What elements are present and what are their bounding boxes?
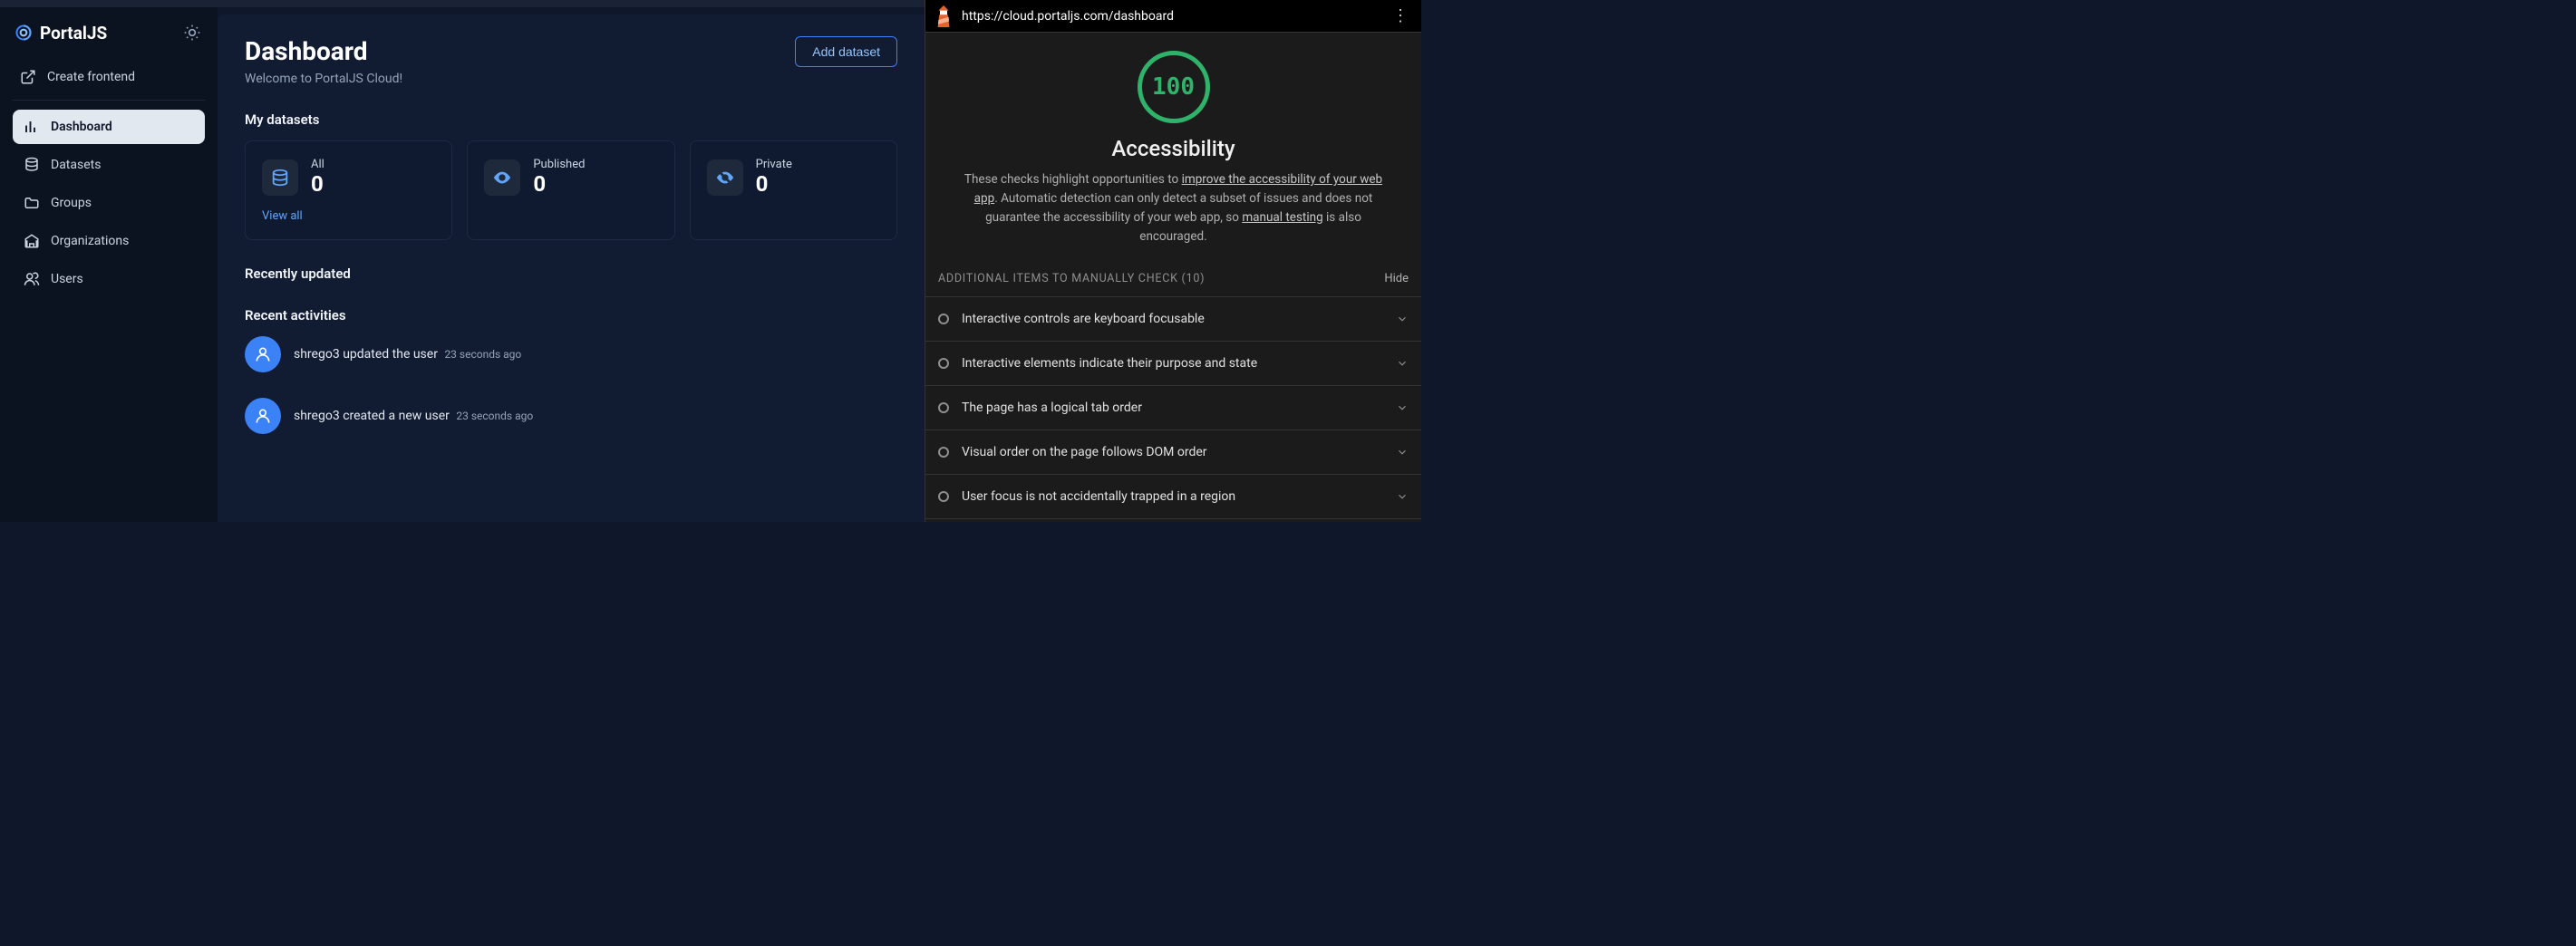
card-all[interactable]: All 0 View all (245, 140, 452, 240)
chevron-down-icon (1396, 357, 1409, 370)
audit-label: Interactive controls are keyboard focusa… (962, 312, 1205, 326)
avatar (245, 336, 281, 372)
sidebar-item-organizations[interactable]: Organizations (13, 224, 205, 258)
card-label: Published (533, 158, 585, 171)
recent-activities-title: Recent activities (245, 307, 897, 323)
score-description: These checks highlight opportunities to … (956, 170, 1391, 246)
brand[interactable]: PortalJS (15, 23, 107, 43)
devtools-url[interactable]: https://cloud.portaljs.com/dashboard (962, 9, 1380, 24)
card-label: All (311, 158, 324, 171)
lighthouse-icon (935, 5, 953, 27)
main-content: Dashboard Welcome to PortalJS Cloud! Add… (218, 14, 925, 522)
chevron-down-icon (1396, 490, 1409, 503)
status-circle-icon (938, 447, 949, 458)
folder-icon (24, 195, 40, 211)
sidebar-item-label: Organizations (51, 234, 129, 248)
stack-icon (262, 159, 298, 196)
building-icon (24, 233, 40, 249)
recently-updated-title: Recently updated (245, 265, 897, 282)
card-value: 0 (533, 171, 585, 197)
activity-action: created a new user (343, 409, 450, 423)
datasets-section-title: My datasets (245, 111, 897, 128)
sidebar: PortalJS Create frontend Dashboard Datas… (0, 7, 218, 522)
user-icon (254, 345, 272, 363)
eye-icon (484, 159, 520, 196)
sidebar-item-dashboard[interactable]: Dashboard (13, 110, 205, 144)
audit-label: User focus is not accidentally trapped i… (962, 489, 1235, 504)
external-link-icon (20, 69, 36, 85)
activity-text: shrego3 created a new user 23 seconds ag… (294, 409, 533, 423)
audit-item[interactable]: Interactive controls are keyboard focusa… (925, 296, 1421, 341)
sidebar-item-label: Dashboard (51, 120, 112, 134)
card-private[interactable]: Private 0 (690, 140, 897, 240)
chevron-down-icon (1396, 446, 1409, 459)
dataset-cards: All 0 View all Published 0 (245, 140, 897, 240)
activity-time: 23 seconds ago (444, 348, 521, 361)
audit-item[interactable]: Visual order on the page follows DOM ord… (925, 430, 1421, 474)
card-value: 0 (311, 171, 324, 197)
card-value: 0 (756, 171, 792, 197)
lighthouse-section-header: ADDITIONAL ITEMS TO MANUALLY CHECK (10) … (925, 259, 1421, 296)
avatar (245, 398, 281, 434)
audit-item[interactable]: Interactive elements indicate their purp… (925, 341, 1421, 385)
brand-name: PortalJS (40, 23, 107, 43)
activity-user: shrego3 (294, 409, 340, 423)
chevron-down-icon (1396, 401, 1409, 414)
view-all-link[interactable]: View all (262, 209, 435, 223)
audit-item[interactable]: User focus is not accidentally trapped i… (925, 474, 1421, 519)
page-title: Dashboard (245, 36, 402, 66)
database-icon (24, 157, 40, 173)
audit-label: The page has a logical tab order (962, 401, 1142, 415)
activity-user: shrego3 (294, 347, 340, 362)
activity-time: 23 seconds ago (456, 410, 533, 422)
sidebar-item-users[interactable]: Users (13, 262, 205, 296)
status-circle-icon (938, 358, 949, 369)
activity-row[interactable]: shrego3 created a new user 23 seconds ag… (245, 398, 897, 434)
status-circle-icon (938, 491, 949, 502)
audit-item[interactable]: The page has a logical tab order (925, 385, 1421, 430)
lighthouse-audit-list: Interactive controls are keyboard focusa… (925, 296, 1421, 519)
activity-list: shrego3 updated the user 23 seconds ago … (245, 336, 897, 434)
eye-off-icon (707, 159, 743, 196)
score-title: Accessibility (1111, 136, 1235, 161)
sidebar-nav: Dashboard Datasets Groups Organizations … (0, 110, 218, 296)
devtools-header: https://cloud.portaljs.com/dashboard ⋮ (925, 0, 1421, 33)
user-icon (254, 407, 272, 425)
sidebar-divider (13, 100, 205, 101)
desc-text: These checks highlight opportunities to (964, 172, 1182, 187)
status-circle-icon (938, 314, 949, 324)
accessibility-score: 100 (1138, 51, 1210, 123)
activity-text: shrego3 updated the user 23 seconds ago (294, 347, 521, 362)
sidebar-item-datasets[interactable]: Datasets (13, 148, 205, 182)
brand-logo-icon (15, 24, 33, 42)
devtools-panel: https://cloud.portaljs.com/dashboard ⋮ 1… (925, 0, 1421, 522)
sidebar-item-groups[interactable]: Groups (13, 186, 205, 220)
hide-button[interactable]: Hide (1384, 272, 1409, 285)
add-dataset-button[interactable]: Add dataset (795, 36, 897, 67)
audit-label: Visual order on the page follows DOM ord… (962, 445, 1207, 459)
sun-icon (183, 24, 201, 42)
audit-label: Interactive elements indicate their purp… (962, 356, 1257, 371)
card-label: Private (756, 158, 792, 171)
create-frontend-label: Create frontend (47, 70, 135, 84)
sidebar-item-label: Datasets (51, 158, 101, 172)
theme-toggle[interactable] (181, 22, 203, 43)
welcome-text: Welcome to PortalJS Cloud! (245, 72, 402, 86)
manual-testing-link[interactable]: manual testing (1242, 210, 1322, 225)
create-frontend-link[interactable]: Create frontend (0, 58, 218, 96)
users-icon (24, 271, 40, 287)
kebab-menu-icon[interactable]: ⋮ (1389, 6, 1412, 25)
activity-row[interactable]: shrego3 updated the user 23 seconds ago (245, 336, 897, 372)
sidebar-item-label: Users (51, 272, 83, 286)
section-count: (10) (1182, 272, 1206, 285)
card-published[interactable]: Published 0 (467, 140, 674, 240)
activity-action: updated the user (343, 347, 438, 362)
status-circle-icon (938, 402, 949, 413)
chevron-down-icon (1396, 313, 1409, 325)
section-label: ADDITIONAL ITEMS TO MANUALLY CHECK (938, 272, 1182, 285)
bar-chart-icon (24, 119, 40, 135)
sidebar-item-label: Groups (51, 196, 92, 210)
